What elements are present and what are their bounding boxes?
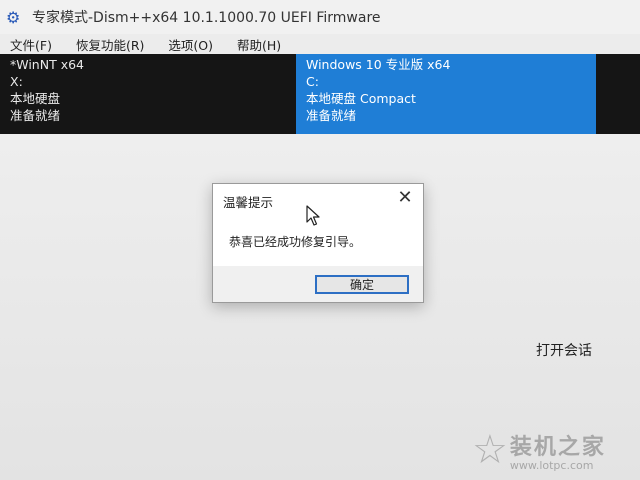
session-list: *WinNT x64 X: 本地硬盘 准备就绪 Windows 10 专业版 x… bbox=[0, 54, 640, 134]
menu-bar: 文件(F) 恢复功能(R) 选项(O) 帮助(H) bbox=[0, 34, 640, 54]
watermark-url: www.lotpc.com bbox=[509, 458, 594, 472]
watermark-brand: 装机之家 bbox=[509, 434, 606, 460]
info-dialog: 温馨提示 ✕ 恭喜已经成功修复引导。 确定 bbox=[212, 183, 424, 303]
session-drive: X: bbox=[10, 74, 23, 89]
watermark: ☆ 装机之家 www.lotpc.com bbox=[472, 423, 640, 477]
session-disk: 本地硬盘 bbox=[10, 91, 61, 106]
menu-help[interactable]: 帮助(H) bbox=[227, 35, 295, 54]
window-title: 专家模式-Dism++x64 10.1.1000.70 UEFI Firmwar… bbox=[32, 10, 381, 26]
menu-restore[interactable]: 恢复功能(R) bbox=[66, 35, 158, 54]
mouse-cursor-icon bbox=[306, 205, 320, 226]
session-disk: 本地硬盘 Compact bbox=[306, 91, 416, 106]
title-bar: ⚙ 专家模式-Dism++x64 10.1.1000.70 UEFI Firmw… bbox=[0, 0, 640, 34]
star-logo-icon: ☆ bbox=[472, 427, 508, 473]
dialog-title: 温馨提示 bbox=[223, 195, 274, 210]
close-icon[interactable]: ✕ bbox=[395, 188, 415, 208]
session-status: 准备就绪 bbox=[306, 108, 357, 123]
session-item-winnt[interactable]: *WinNT x64 X: 本地硬盘 准备就绪 bbox=[0, 54, 290, 134]
open-session-link[interactable]: 打开会话 bbox=[536, 340, 592, 360]
session-name: Windows 10 专业版 x64 bbox=[306, 57, 451, 72]
dialog-message: 恭喜已经成功修复引导。 bbox=[229, 235, 362, 249]
gear-icon: ⚙ bbox=[6, 7, 21, 27]
session-status: 准备就绪 bbox=[10, 108, 61, 123]
session-item-windows10[interactable]: Windows 10 专业版 x64 C: 本地硬盘 Compact 准备就绪 bbox=[296, 54, 596, 134]
session-name: *WinNT x64 bbox=[10, 57, 84, 72]
ok-button[interactable]: 确定 bbox=[315, 275, 409, 294]
dialog-footer: 确定 bbox=[213, 266, 423, 302]
menu-file[interactable]: 文件(F) bbox=[0, 35, 66, 54]
session-drive: C: bbox=[306, 74, 319, 89]
menu-options[interactable]: 选项(O) bbox=[158, 35, 227, 54]
